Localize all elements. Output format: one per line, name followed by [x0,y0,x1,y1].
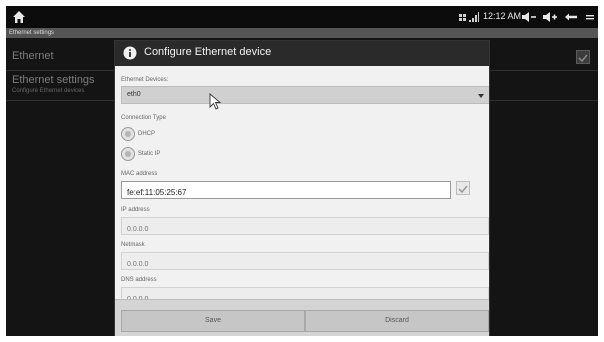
netmask-field[interactable] [121,252,489,273]
settings-row-title: Ethernet settings [12,74,95,86]
back-icon[interactable] [564,10,578,24]
signal-icon [469,12,479,22]
netmask-label: Netmask [121,242,145,248]
dhcp-radio[interactable] [121,127,135,141]
ethernet-devices-label: Ethernet Devices: [121,77,169,83]
dialog-title: Configure Ethernet device [144,46,272,58]
radio-dot [125,151,131,157]
dns-address-field[interactable] [121,287,489,299]
checkmark-icon [578,54,588,63]
dhcp-radio-label: DHCP [138,131,156,137]
ethernet-enabled-checkbox[interactable] [576,50,590,64]
dns-address-label: DNS address [121,277,157,283]
info-icon [123,46,137,60]
volume-down-icon[interactable] [521,10,537,24]
home-icon[interactable] [12,10,26,24]
netmask-input[interactable] [122,256,488,273]
ethernet-device-select[interactable]: eth0 [121,86,489,104]
chevron-down-icon [478,94,484,98]
settings-row-summary: Configure Ethernet devices [12,88,85,94]
settings-header: Ethernet settings [9,30,55,36]
radio-dot [125,131,131,137]
clock: 12:12 AM [483,11,522,21]
static-ip-radio[interactable] [121,147,135,161]
dns-address-input[interactable] [122,291,488,299]
mac-address-input[interactable] [122,184,450,201]
configure-ethernet-dialog: Configure Ethernet device Ethernet Devic… [114,40,490,336]
mouse-cursor-icon [209,93,222,110]
settings-row-title: Ethernet [12,50,54,62]
ip-address-input[interactable] [122,221,488,238]
static-ip-radio-label: Static IP [138,151,161,157]
connection-type-label: Connection Type [121,115,166,121]
settings-title-bar: Ethernet settings [6,28,598,38]
dialog-body: Ethernet Devices: eth0 Connection Type D… [115,66,489,299]
discard-button[interactable]: Discard [305,310,489,332]
menu-icon[interactable] [585,10,595,24]
android-screen: 12:12 AM Ethernet settings Ethernet Ethe… [6,6,598,336]
status-bar: 12:12 AM [6,6,598,28]
notification-icon [459,14,466,21]
mac-address-label: MAC address [121,171,158,177]
dialog-header: Configure Ethernet device [115,41,489,66]
mac-address-checkbox[interactable] [456,181,470,195]
volume-up-icon[interactable] [542,10,558,24]
mac-address-field[interactable] [121,181,451,201]
dialog-button-bar: Save Discard [115,299,489,336]
ip-address-field[interactable] [121,217,489,238]
save-button[interactable]: Save [121,310,305,332]
ip-address-label: IP address [121,207,150,213]
selected-device: eth0 [127,91,141,98]
checkmark-icon [458,185,468,194]
